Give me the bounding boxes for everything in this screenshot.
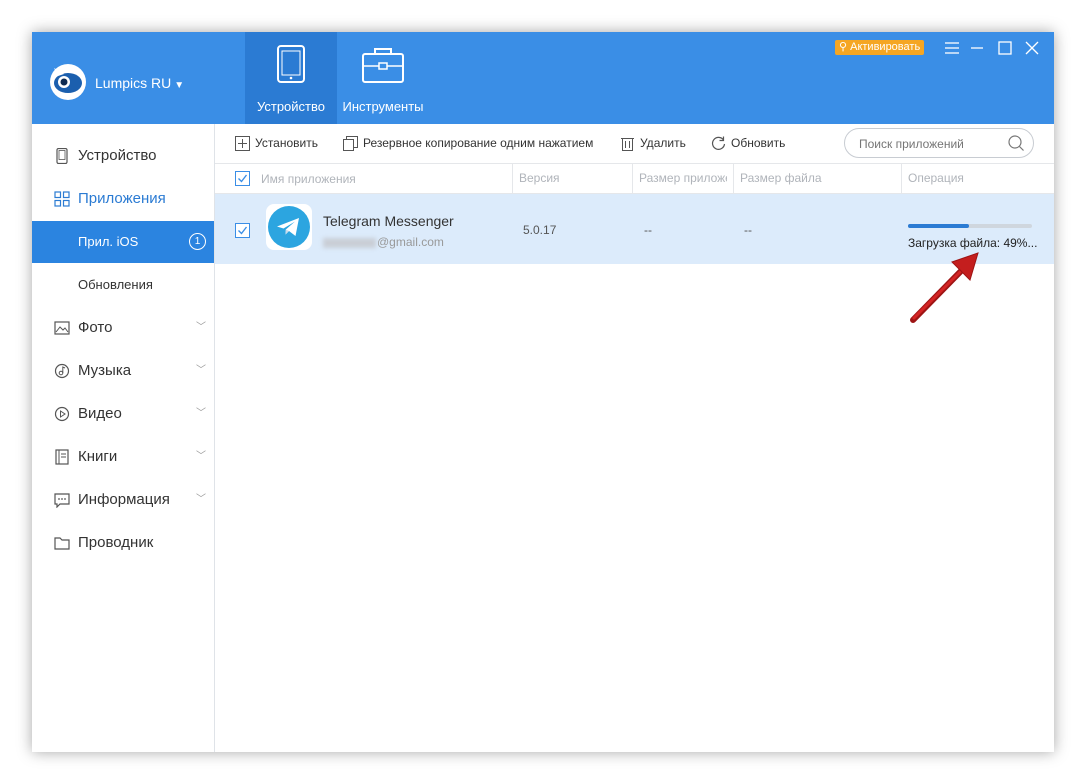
- chevron-down-icon: ﹀: [196, 322, 206, 333]
- column-header-version[interactable]: Версия: [512, 163, 629, 193]
- toolbar: Установить Резервное копирование одним н…: [215, 124, 1054, 164]
- install-label: Установить: [255, 136, 318, 150]
- tab-device-label: Устройство: [256, 99, 325, 114]
- refresh-icon: [711, 136, 726, 150]
- column-header-file-size[interactable]: Размер файла: [733, 163, 890, 193]
- sidebar-item-label: Видео: [78, 405, 122, 422]
- sidebar-item-label: Устройство: [78, 147, 157, 164]
- sidebar-item-label: Музыка: [78, 362, 132, 379]
- sidebar-item-device[interactable]: Устройство: [32, 136, 214, 176]
- file-size: --: [744, 223, 752, 237]
- video-icon: [54, 406, 70, 422]
- column-header-operation[interactable]: Операция: [901, 163, 1048, 193]
- account-name: Lumpics RU: [95, 75, 172, 91]
- plus-box-icon: [235, 136, 250, 151]
- backup-label: Резервное копирование одним нажатием: [363, 136, 594, 150]
- chevron-down-icon: ﹀: [196, 494, 206, 505]
- column-header-name[interactable]: Имя приложения: [261, 172, 356, 186]
- sidebar-item-info[interactable]: Информация ﹀: [32, 480, 214, 520]
- telegram-icon: [266, 204, 312, 250]
- toolbox-icon: [362, 48, 404, 83]
- apps-grid-icon: [54, 191, 70, 207]
- sidebar-item-photo[interactable]: Фото ﹀: [32, 308, 214, 348]
- app-account-domain: @gmail.com: [377, 235, 444, 249]
- chevron-down-icon: ﹀: [196, 408, 206, 419]
- sidebar-item-label: Информация: [78, 491, 170, 508]
- menu-icon[interactable]: [942, 38, 962, 58]
- device-icon: [56, 148, 68, 164]
- app-version: 5.0.17: [523, 223, 557, 237]
- copy-icon: [343, 136, 358, 151]
- column-header-app-size[interactable]: Размер приложе: [632, 163, 727, 193]
- minimize-icon[interactable]: [967, 38, 987, 58]
- sidebar-item-label: Проводник: [78, 534, 154, 551]
- progress-fill: [908, 224, 969, 228]
- maximize-icon[interactable]: [995, 38, 1015, 58]
- activate-button[interactable]: ⚲ Активировать: [835, 40, 925, 55]
- folder-icon: [54, 537, 70, 550]
- search-box[interactable]: [844, 128, 1034, 158]
- sidebar-item-music[interactable]: Музыка ﹀: [32, 351, 214, 391]
- sidebar-item-apps[interactable]: Приложения: [32, 179, 214, 219]
- tab-device[interactable]: Устройство: [245, 32, 337, 124]
- search-input[interactable]: [857, 134, 1001, 154]
- row-checkbox[interactable]: [235, 223, 250, 238]
- books-icon: [55, 449, 69, 465]
- sidebar-sub-label: Прил. iOS: [78, 234, 139, 249]
- tab-tools[interactable]: Инструменты: [337, 32, 429, 124]
- sidebar-item-updates[interactable]: Обновления: [32, 264, 214, 306]
- download-progress-bar: [908, 224, 1032, 228]
- sidebar-item-label: Книги: [78, 448, 118, 465]
- checkmark-icon: [238, 174, 248, 183]
- checkmark-icon: [238, 226, 248, 235]
- chevron-down-icon: ﹀: [196, 451, 206, 462]
- info-chat-icon: [54, 493, 70, 508]
- photo-icon: [54, 321, 70, 335]
- activate-label: Активировать: [850, 41, 921, 53]
- trash-icon: [621, 138, 634, 151]
- sidebar-item-explorer[interactable]: Проводник: [32, 523, 214, 563]
- sidebar-item-ios-apps[interactable]: Прил. iOS 1: [32, 221, 214, 263]
- redacted-email: [323, 237, 376, 248]
- sidebar: Устройство Приложения Прил. iOS 1 Обновл…: [32, 124, 215, 752]
- sidebar-item-label: Фото: [78, 319, 113, 336]
- account-menu[interactable]: Lumpics RU ▼: [95, 75, 184, 91]
- close-icon[interactable]: [1022, 38, 1042, 58]
- app-logo-icon: [50, 64, 86, 100]
- delete-label: Удалить: [640, 136, 686, 150]
- table-row[interactable]: Telegram Messenger @gmail.com 5.0.17 -- …: [215, 194, 1054, 264]
- chevron-down-icon: ﹀: [196, 365, 206, 376]
- refresh-label: Обновить: [731, 136, 786, 150]
- sidebar-item-video[interactable]: Видео ﹀: [32, 394, 214, 434]
- app-size: --: [644, 223, 652, 237]
- download-status: Загрузка файла: 49%...: [908, 236, 1038, 250]
- key-icon: ⚲: [839, 41, 848, 53]
- sidebar-item-label: Приложения: [78, 190, 166, 207]
- music-icon: [54, 363, 70, 379]
- tab-tools-label: Инструменты: [342, 99, 424, 114]
- app-name: Telegram Messenger: [323, 213, 454, 229]
- search-icon[interactable]: [1007, 134, 1025, 152]
- sidebar-sub-label: Обновления: [78, 277, 153, 292]
- sidebar-item-books[interactable]: Книги ﹀: [32, 437, 214, 477]
- count-badge: 1: [189, 233, 206, 250]
- table-header: Имя приложения Версия Размер приложе Раз…: [215, 163, 1054, 194]
- caret-down-icon: ▼: [174, 80, 185, 91]
- select-all-checkbox[interactable]: [235, 171, 250, 186]
- top-bar: Lumpics RU ▼ Устройство Инструменты ⚲ Акт…: [32, 32, 1054, 124]
- app-account: @gmail.com: [323, 235, 444, 249]
- tablet-icon: [277, 45, 305, 83]
- app-window: Lumpics RU ▼ Устройство Инструменты ⚲ Акт…: [32, 32, 1054, 752]
